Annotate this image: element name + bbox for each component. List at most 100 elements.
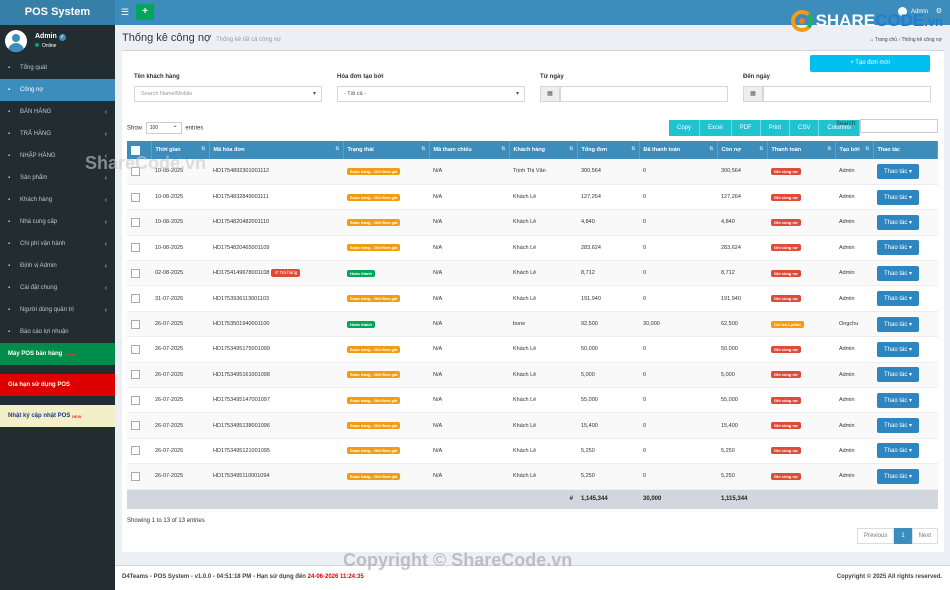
column-header[interactable]: Tạo bởi ⇅ <box>835 141 874 159</box>
row-checkbox[interactable] <box>131 471 140 481</box>
row-checkbox[interactable] <box>131 395 140 405</box>
row-date: 26-07-2025 <box>155 447 184 454</box>
previous-page-button[interactable]: Previous <box>856 528 895 544</box>
caret-down-icon: ▾ <box>907 346 913 353</box>
row-customer: Khách Lẻ <box>513 371 537 378</box>
export-button-pdf[interactable]: PDF <box>731 120 761 136</box>
row-invoice-code: HD1754892301001112 <box>213 168 270 175</box>
column-header[interactable]: Mã hóa đơn ⇅ <box>209 141 344 159</box>
column-header[interactable]: Tổng đơn ⇅ <box>577 141 640 159</box>
export-button-excel[interactable]: Excel <box>700 120 732 136</box>
row-checkbox[interactable] <box>131 446 140 456</box>
pagination: Previous 1 Next <box>856 528 938 544</box>
row-action-button[interactable]: Thao tác ▾ <box>877 443 920 459</box>
to-date-input[interactable] <box>763 86 931 102</box>
row-action-button[interactable]: Thao tác ▾ <box>877 468 920 484</box>
page-1-button[interactable]: 1 <box>894 528 912 544</box>
hamburger-menu-icon[interactable]: ☰ <box>121 7 129 18</box>
row-debt: 127,264 <box>721 194 741 201</box>
sidebar-item-1[interactable]: ▪ Công nợ <box>0 79 115 101</box>
sidebar-item-5[interactable]: ▪ Sản phẩm ‹ <box>0 167 115 189</box>
quick-add-button[interactable]: + <box>136 4 154 20</box>
sidebar-item-8[interactable]: ▪ Chi phí vận hành ‹ <box>0 233 115 255</box>
sidebar-item-0[interactable]: ▪ Tổng quát <box>0 57 115 79</box>
sidebar-item-3[interactable]: ▪ TRẢ HÀNG ‹ <box>0 123 115 145</box>
sidebar-item-label: Cài đặt chung <box>20 285 58 291</box>
sidebar-item-label: Công nợ <box>20 87 44 93</box>
column-header[interactable]: Đã thanh toán ⇅ <box>639 141 718 159</box>
export-button-csv[interactable]: CSV <box>790 120 820 136</box>
row-action-button[interactable]: Thao tác ▾ <box>877 367 920 383</box>
row-action-button[interactable]: Thao tác ▾ <box>877 392 920 408</box>
row-checkbox[interactable] <box>131 192 140 202</box>
column-header[interactable]: Thời gian ⇅ <box>151 141 210 159</box>
table-row: 26-07-2025 HD1753501940001100 Hoàn thành N/… <box>127 311 938 337</box>
row-customer: Khách Lẻ <box>513 397 537 404</box>
sidebar-item-renew-pos[interactable]: Gia hạn sử dụng POS <box>0 374 115 396</box>
row-created-by: Admin <box>839 194 855 201</box>
row-action-button[interactable]: Thao tác ▾ <box>877 265 920 281</box>
row-action-button[interactable]: Thao tác ▾ <box>877 418 920 434</box>
select-all-checkbox[interactable] <box>131 145 140 155</box>
row-checkbox[interactable] <box>131 344 140 354</box>
column-header[interactable]: Mã tham chiếu ⇅ <box>429 141 510 159</box>
sidebar-item-update-log[interactable]: Nhật ký cập nhật POS NEW <box>0 405 115 427</box>
export-button-print[interactable]: Print <box>760 120 791 136</box>
row-action-button[interactable]: Thao tác ▾ <box>877 189 920 205</box>
row-checkbox[interactable] <box>131 421 140 431</box>
row-action-label: Thao tác <box>884 372 908 379</box>
row-checkbox[interactable] <box>131 268 140 278</box>
report-icon: ▪ <box>8 329 11 335</box>
chevron-left-icon: ‹ <box>104 108 107 116</box>
column-header[interactable]: Trạng thái ⇅ <box>343 141 430 159</box>
sidebar-item-12[interactable]: ▪ Báo cáo lợi nhuận <box>0 321 115 343</box>
row-action-button[interactable]: Thao tác ▾ <box>877 291 920 307</box>
row-debt: 4,840 <box>721 219 735 226</box>
sidebar-item-9[interactable]: ▪ Định vị Admin ‹ <box>0 255 115 277</box>
row-action-button[interactable]: Thao tác ▾ <box>877 163 920 179</box>
row-checkbox[interactable] <box>131 370 140 380</box>
create-order-button[interactable]: + Tạo đơn mới <box>810 55 930 72</box>
sidebar-item-2[interactable]: ▪ BÁN HÀNG ‹ <box>0 101 115 123</box>
row-checkbox[interactable] <box>131 166 140 176</box>
sidebar-item-pos-machine[interactable]: Máy POS bán hàng Admin <box>0 343 115 365</box>
payment-badge: Ghi công nợ <box>771 422 801 430</box>
row-action-button[interactable]: Thao tác ▾ <box>877 316 920 332</box>
import-icon: ▪ <box>8 153 11 159</box>
next-page-button[interactable]: Next <box>911 528 938 544</box>
sort-icon: ⇅ <box>569 146 574 152</box>
update-log-sup: NEW <box>72 413 82 419</box>
row-action-button[interactable]: Thao tác ▾ <box>877 240 920 256</box>
customer-select[interactable]: Search Name/Mobile ▾ <box>134 86 322 102</box>
sidebar-item-10[interactable]: ▪ Cài đặt chung ‹ <box>0 277 115 299</box>
row-invoice-code: HD1753495147001097 <box>213 397 270 404</box>
calendar-icon[interactable]: ▦ <box>743 86 763 102</box>
row-action-button[interactable]: Thao tác ▾ <box>877 214 920 230</box>
search-input[interactable] <box>860 119 938 133</box>
sidebar-item-4[interactable]: ▪ NHẬP HÀNG ‹ <box>0 145 115 167</box>
column-header[interactable]: Còn nợ ⇅ <box>717 141 768 159</box>
row-action-button[interactable]: Thao tác ▾ <box>877 341 920 357</box>
calendar-icon[interactable]: ▦ <box>540 86 560 102</box>
sidebar-item-11[interactable]: ▪ Người dùng quản trị ‹ <box>0 299 115 321</box>
row-checkbox[interactable] <box>131 217 140 227</box>
row-checkbox[interactable] <box>131 294 140 304</box>
row-checkbox[interactable] <box>131 243 140 253</box>
sort-icon: ⇅ <box>421 146 426 152</box>
row-invoice-code: HD1754820465001109 <box>213 244 270 251</box>
page-length-select[interactable]: 100 <box>145 122 182 134</box>
column-header-label: Tạo bởi <box>839 147 860 153</box>
sidebar-item-6[interactable]: ▪ Khách hàng ‹ <box>0 189 115 211</box>
row-customer: Trịnh Thị Vân <box>513 168 546 175</box>
row-checkbox[interactable] <box>131 319 140 329</box>
row-reference: N/A <box>433 397 443 404</box>
column-header[interactable]: Khách hàng ⇅ <box>509 141 578 159</box>
creator-select[interactable]: - Tất cả - ▾ <box>337 86 525 102</box>
brand-title[interactable]: POS System <box>0 0 115 25</box>
sidebar-item-7[interactable]: ▪ Nhà cung cấp ‹ <box>0 211 115 233</box>
column-header[interactable]: Thao tác <box>873 141 938 159</box>
breadcrumb-home[interactable]: Trang chủ <box>875 37 897 43</box>
column-header[interactable]: Thanh toán ⇅ <box>767 141 836 159</box>
from-date-input[interactable] <box>560 86 728 102</box>
export-button-copy[interactable]: Copy <box>669 120 701 136</box>
